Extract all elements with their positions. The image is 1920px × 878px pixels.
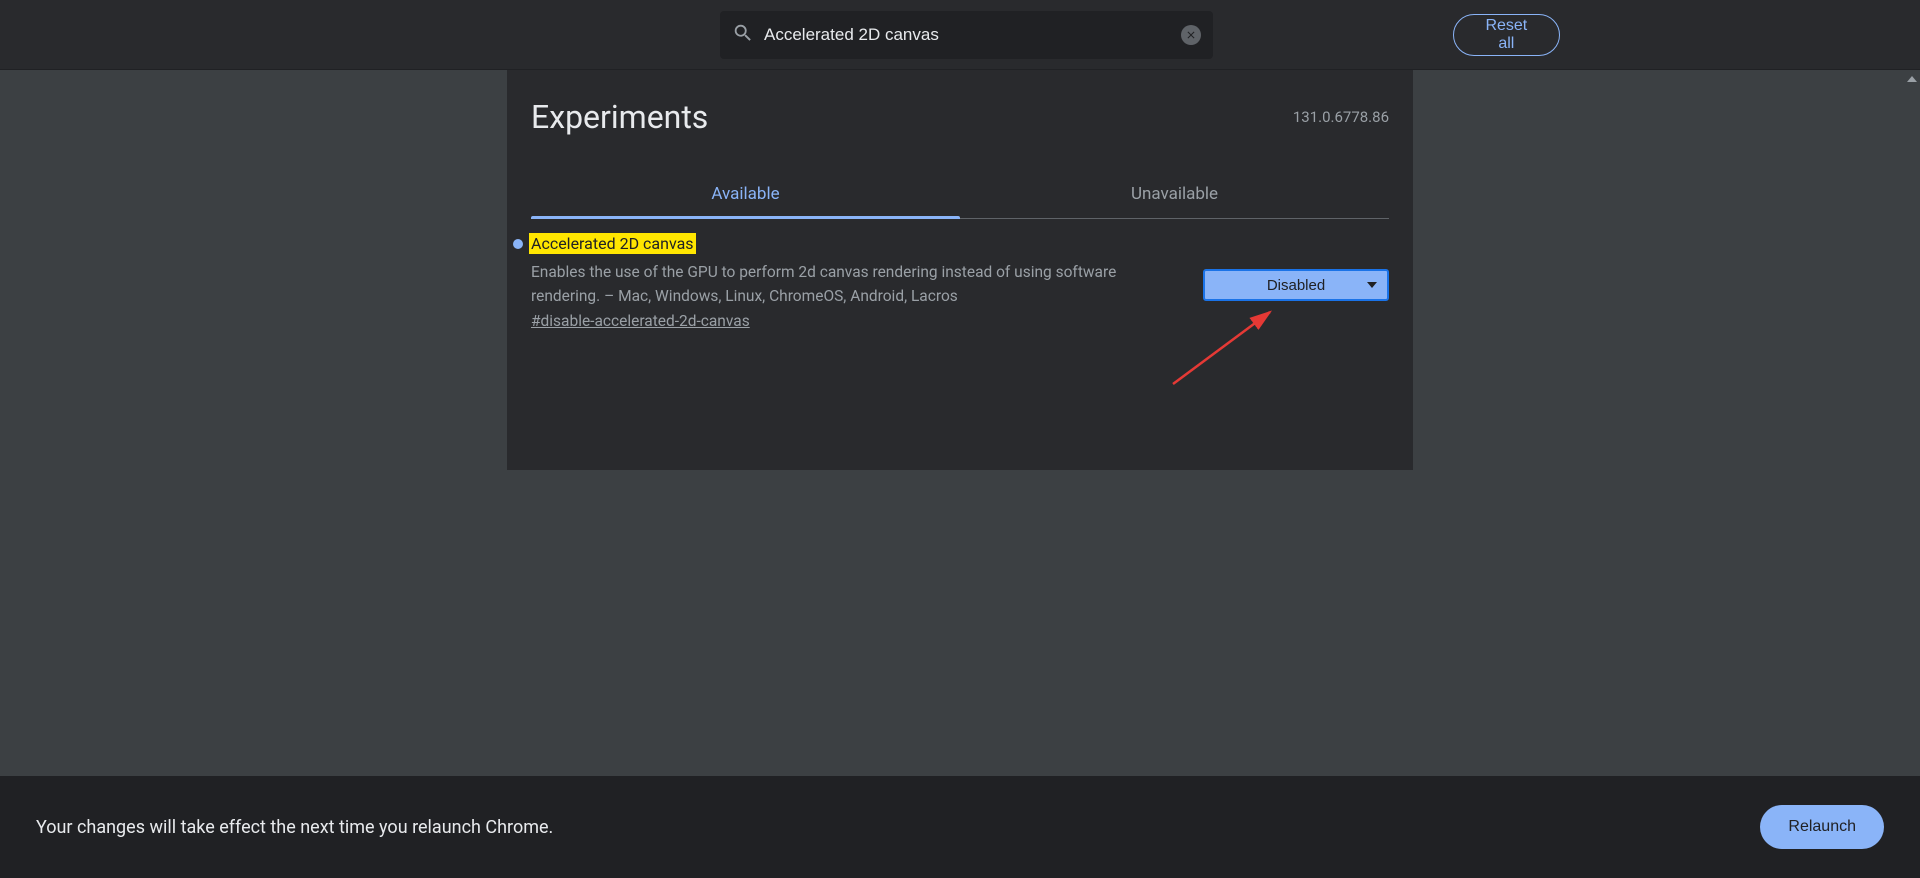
- reset-all-button[interactable]: Reset all: [1453, 14, 1560, 56]
- experiments-panel: Experiments 131.0.6778.86 Available Unav…: [507, 70, 1413, 470]
- page-title: Experiments: [531, 98, 708, 136]
- flag-description: Enables the use of the GPU to perform 2d…: [531, 260, 1131, 308]
- relaunch-button[interactable]: Relaunch: [1760, 805, 1884, 849]
- search-icon: [732, 22, 754, 48]
- flag-hash-link[interactable]: #disable-accelerated-2d-canvas: [531, 312, 750, 330]
- flag-title: Accelerated 2D canvas: [529, 233, 696, 254]
- flag-select-wrap: Disabled: [1203, 269, 1389, 301]
- search-input[interactable]: [764, 25, 1171, 45]
- scrollbar-track[interactable]: [1904, 70, 1920, 776]
- header-bar: Reset all: [0, 0, 1920, 70]
- restart-bar: Your changes will take effect the next t…: [0, 776, 1920, 878]
- modified-dot-icon: [513, 239, 523, 249]
- clear-search-icon[interactable]: [1181, 25, 1201, 45]
- tab-unavailable[interactable]: Unavailable: [960, 170, 1389, 218]
- tabs: Available Unavailable: [531, 170, 1389, 219]
- restart-message: Your changes will take effect the next t…: [36, 817, 553, 838]
- flag-state-select[interactable]: Disabled: [1203, 269, 1389, 301]
- version-text: 131.0.6778.86: [1293, 108, 1389, 126]
- scroll-up-icon[interactable]: [1907, 76, 1917, 82]
- tab-available[interactable]: Available: [531, 170, 960, 218]
- flag-row: Accelerated 2D canvas Enables the use of…: [531, 219, 1389, 330]
- search-box[interactable]: [720, 11, 1213, 59]
